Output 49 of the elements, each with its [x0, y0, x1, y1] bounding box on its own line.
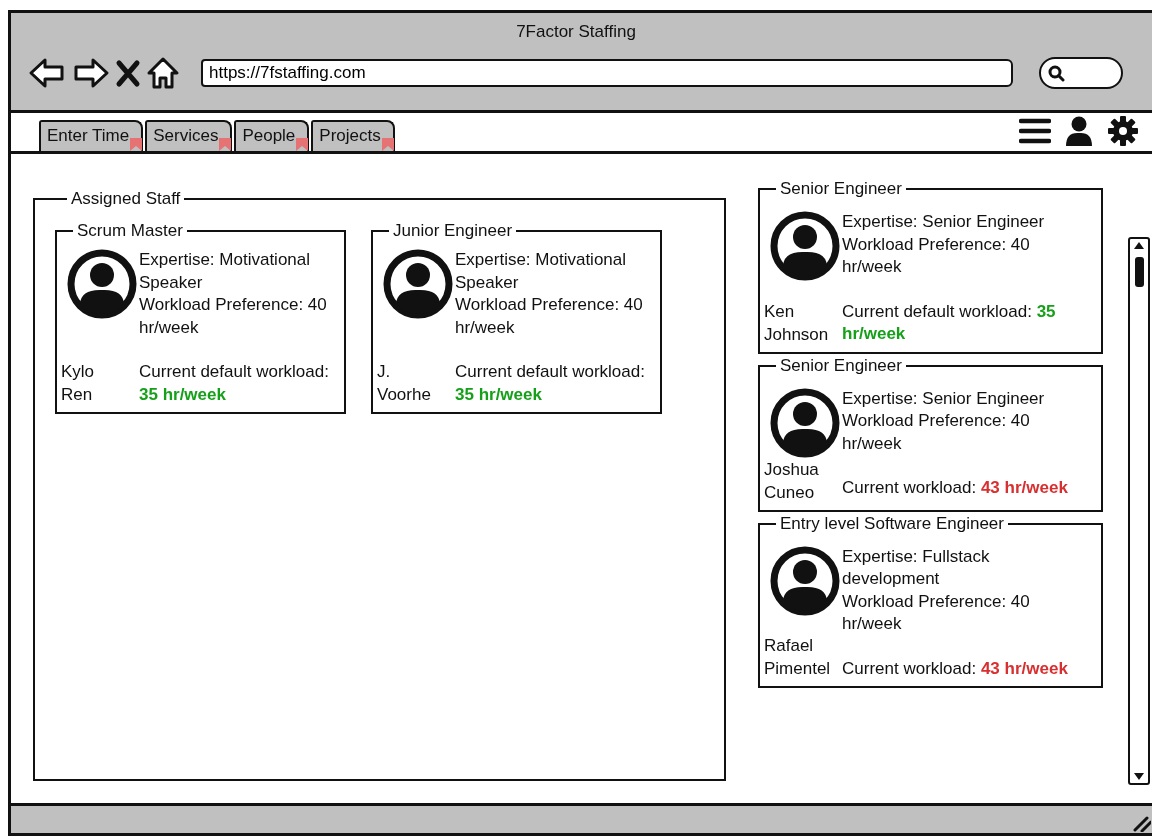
card-title: Junior Engineer [392, 221, 514, 241]
search-icon [1047, 63, 1065, 82]
expertise-text: Expertise: Motivational Speaker [455, 249, 628, 294]
preference-text: Workload Preference: 40 hr/week [842, 233, 1031, 278]
person-name: J. Voorhe [377, 361, 431, 406]
tab[interactable]: Projects [311, 120, 395, 151]
card-title: Entry level Software Engineer [779, 513, 1005, 534]
search-field[interactable] [1039, 56, 1123, 89]
avatar-icon [770, 387, 840, 458]
expertise-text: Expertise: Motivational Speaker [139, 249, 312, 294]
preference-text: Workload Preference: 40 hr/week [139, 294, 328, 339]
menu-icon[interactable] [1018, 117, 1051, 145]
person-name: Ken Johnson [764, 300, 829, 346]
settings-icon[interactable] [1106, 115, 1139, 147]
tab[interactable]: People [234, 120, 310, 151]
card-title: Scrum Master [76, 221, 184, 241]
expertise-text: Expertise: Senior Engineer [842, 387, 1046, 410]
url-field[interactable]: https://7fstaffing.com [201, 58, 1013, 87]
person-name: Kylo Ren [61, 361, 95, 406]
tab[interactable]: Services [145, 120, 233, 151]
workload-text: Current default workload: 35 hr/week [139, 361, 330, 406]
scroll-thumb[interactable] [1135, 257, 1144, 287]
expertise-text: Expertise: Fullstack development [842, 545, 991, 590]
preference-text: Workload Preference: 40 hr/week [842, 410, 1031, 455]
expertise-text: Expertise: Senior Engineer [842, 211, 1046, 233]
preference-text: Workload Preference: 40 hr/week [455, 294, 644, 339]
workload-text: Current default workload: 35 hr/week [455, 361, 646, 406]
avatar-icon [770, 545, 840, 616]
preference-text: Workload Preference: 40 hr/week [842, 590, 1031, 635]
workload-text: Current workload: 43 hr/week [842, 477, 1069, 499]
person-name: Rafael Pimentel [764, 635, 831, 680]
avatar-icon [770, 211, 840, 281]
card-title: Senior Engineer [779, 179, 903, 199]
panel-title: Assigned Staff [70, 189, 182, 209]
close-icon[interactable] [115, 57, 141, 88]
scrollbar[interactable] [1128, 237, 1150, 785]
bookmark-icon [218, 137, 233, 151]
user-icon[interactable] [1064, 115, 1093, 147]
card-title: Senior Engineer [779, 355, 903, 376]
bookmark-icon [295, 137, 310, 151]
window-title: 7Factor Staffing [515, 21, 637, 43]
person-name: Joshua Cuneo [764, 458, 819, 504]
bookmark-icon [380, 137, 395, 151]
avatar-icon [383, 249, 453, 319]
tab[interactable]: Enter Time [39, 120, 144, 151]
bookmark-icon [129, 137, 144, 151]
workload-text: Current workload: 43 hr/week [842, 657, 1069, 680]
workload-text: Current default workload: 35 hr/week [842, 300, 1057, 345]
avatar-icon [67, 249, 137, 319]
